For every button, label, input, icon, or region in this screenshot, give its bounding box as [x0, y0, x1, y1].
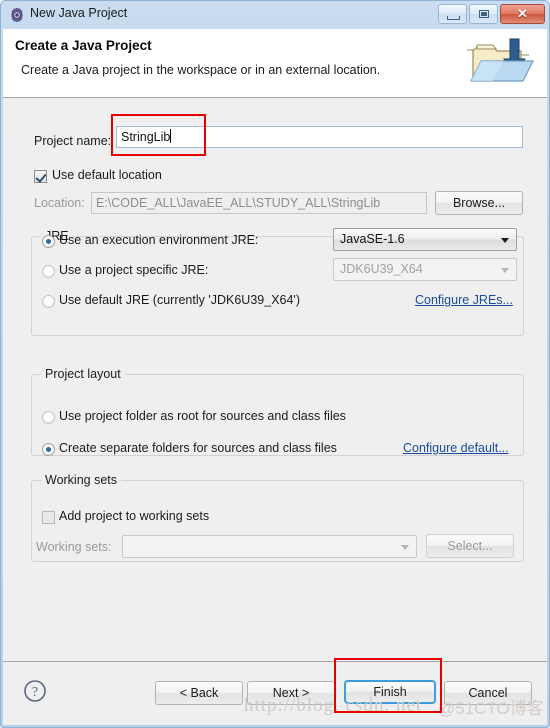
execution-environment-combo-value: JavaSE-1.6 — [340, 232, 405, 246]
page-title: Create a Java Project — [15, 38, 152, 53]
radio-default-jre[interactable] — [42, 295, 55, 308]
text-caret — [170, 129, 172, 143]
dialog-body: Project name: StringLib Use default loca… — [3, 98, 547, 661]
maximize-icon — [479, 10, 489, 18]
configure-jres-link[interactable]: Configure JREs... — [415, 293, 513, 307]
select-working-sets-button[interactable]: Select... — [426, 534, 514, 558]
close-icon: ✕ — [517, 6, 528, 21]
title-bar: New Java Project ✕ — [1, 1, 549, 29]
use-default-location-label: Use default location — [52, 168, 162, 182]
svg-text:?: ? — [32, 685, 38, 700]
working-sets-label: Working sets: — [36, 540, 112, 554]
project-specific-jre-combo[interactable]: JDK6U39_X64 — [333, 258, 517, 281]
project-name-input[interactable]: StringLib — [116, 126, 523, 148]
minimize-button[interactable] — [438, 4, 467, 24]
page-description: Create a Java project in the workspace o… — [21, 63, 381, 77]
execution-environment-combo[interactable]: JavaSE-1.6 — [333, 228, 517, 251]
project-layout-group-title: Project layout — [41, 367, 125, 381]
radio-default-jre-label: Use default JRE (currently 'JDK6U39_X64'… — [59, 293, 300, 307]
watermark-url: http://blog. csdn. net — [244, 695, 423, 716]
project-specific-jre-combo-value: JDK6U39_X64 — [340, 262, 423, 276]
working-sets-group-title: Working sets — [41, 473, 122, 487]
location-value: E:\CODE_ALL\JavaEE_ALL\STUDY_ALL\StringL… — [96, 196, 381, 210]
location-label: Location: — [34, 196, 85, 210]
chevron-down-icon — [501, 238, 509, 243]
close-button[interactable]: ✕ — [500, 4, 545, 24]
radio-project-folder-root[interactable] — [42, 411, 55, 424]
screenshot-root: New Java Project ✕ Create a Java Project… — [0, 0, 550, 728]
radio-execution-environment-jre-label: Use an execution environment JRE: — [59, 233, 259, 247]
dialog-window: New Java Project ✕ Create a Java Project… — [0, 0, 550, 728]
watermark-tag: @51CTO博客 — [438, 699, 544, 718]
radio-separate-folders[interactable] — [42, 443, 55, 456]
configure-default-link[interactable]: Configure default... — [403, 441, 509, 455]
add-to-working-sets-label: Add project to working sets — [59, 509, 210, 523]
window-controls: ✕ — [438, 4, 545, 24]
browse-button[interactable]: Browse... — [435, 191, 523, 215]
radio-project-specific-jre-label: Use a project specific JRE: — [59, 263, 209, 277]
use-default-location-checkbox[interactable] — [34, 170, 47, 183]
question-mark-icon[interactable]: ? — [23, 679, 47, 703]
project-name-label: Project name: — [34, 134, 112, 148]
project-name-value: StringLib — [121, 130, 171, 144]
location-input[interactable]: E:\CODE_ALL\JavaEE_ALL\STUDY_ALL\StringL… — [91, 192, 427, 214]
minimize-icon — [447, 16, 460, 20]
wizard-banner: Create a Java Project Create a Java proj… — [3, 29, 547, 98]
chevron-down-icon — [401, 545, 409, 550]
back-button[interactable]: < Back — [155, 681, 243, 705]
radio-execution-environment-jre[interactable] — [42, 235, 55, 248]
radio-project-specific-jre[interactable] — [42, 265, 55, 278]
radio-separate-folders-label: Create separate folders for sources and … — [59, 441, 337, 455]
maximize-button[interactable] — [469, 4, 498, 24]
window-title: New Java Project — [30, 6, 128, 20]
java-project-folder-icon — [463, 33, 539, 93]
working-sets-combo[interactable] — [122, 535, 417, 558]
gear-icon — [9, 7, 25, 23]
radio-project-folder-root-label: Use project folder as root for sources a… — [59, 409, 346, 423]
add-to-working-sets-checkbox[interactable] — [42, 511, 55, 524]
chevron-down-icon — [501, 268, 509, 273]
jre-group: JRE — [31, 229, 524, 336]
